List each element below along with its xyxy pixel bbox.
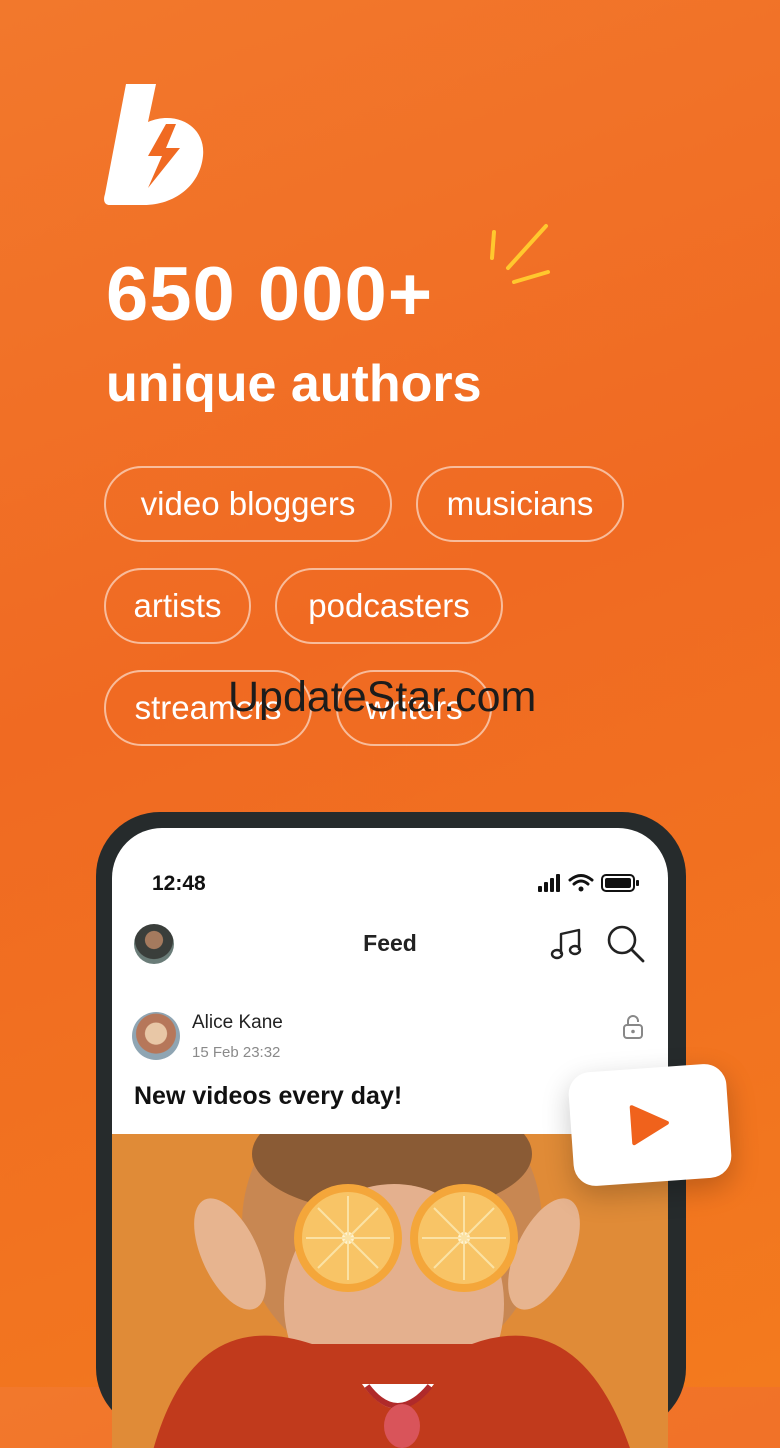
headline-count: 650 000+ xyxy=(106,252,434,337)
signal-icon xyxy=(538,874,560,892)
search-icon[interactable] xyxy=(606,924,646,964)
wifi-icon xyxy=(568,874,594,892)
post-date: 15 Feb 23:32 xyxy=(192,1044,281,1061)
watermark: UpdateStar.com xyxy=(228,673,537,721)
status-time: 12:48 xyxy=(152,872,206,895)
post-author[interactable]: Alice Kane xyxy=(192,1012,283,1034)
lock-icon xyxy=(623,1015,643,1039)
play-badge[interactable] xyxy=(567,1062,733,1188)
chip-podcasters[interactable]: podcasters xyxy=(275,568,503,644)
chip-video-bloggers[interactable]: video bloggers xyxy=(104,466,392,542)
headline-subtitle: unique authors xyxy=(106,355,482,413)
nav-title: Feed xyxy=(363,930,417,956)
status-bar-icons xyxy=(538,874,639,892)
chip-artists[interactable]: artists xyxy=(104,568,251,644)
chip-musicians[interactable]: musicians xyxy=(416,466,624,542)
play-icon xyxy=(629,1105,669,1146)
battery-icon xyxy=(601,874,639,892)
logo-icon xyxy=(104,84,204,205)
author-avatar[interactable] xyxy=(132,1012,180,1060)
music-note-icon[interactable] xyxy=(550,928,582,962)
sparkle-icon xyxy=(490,224,550,284)
post-title: New videos every day! xyxy=(134,1082,403,1110)
